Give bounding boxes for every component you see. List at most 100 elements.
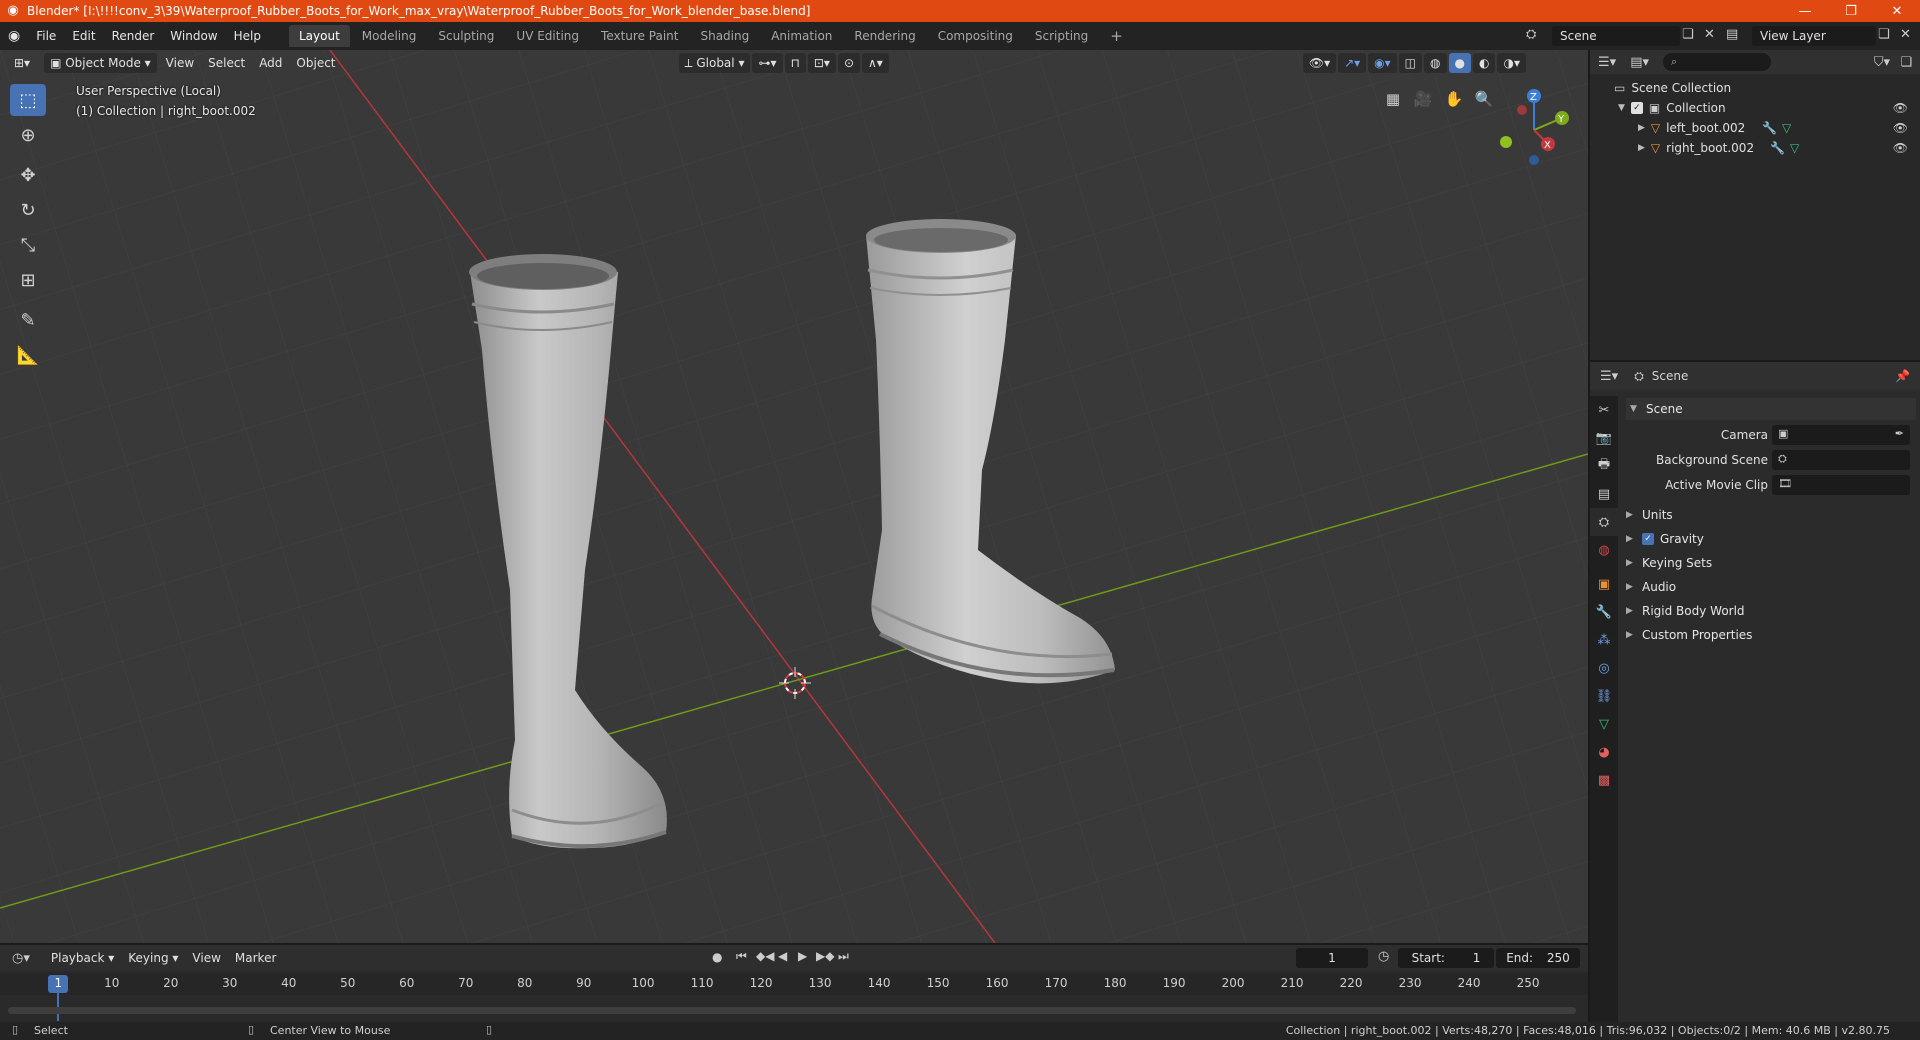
pivot-point-icon[interactable]: ⊶▾ — [752, 53, 783, 73]
tab-texture-paint[interactable]: Texture Paint — [591, 25, 688, 47]
timeline-menu-marker[interactable]: Marker — [228, 948, 283, 968]
audio-panel[interactable]: ▶ Audio — [1626, 580, 1676, 594]
tab-scripting[interactable]: Scripting — [1025, 25, 1098, 47]
menu-window[interactable]: Window — [162, 25, 225, 47]
timeline-scrollbar[interactable] — [8, 1007, 1576, 1014]
toggle-grid-icon[interactable]: ▦ — [1380, 86, 1406, 112]
modifier-tab-icon[interactable]: 🔧 — [1590, 598, 1618, 626]
navigation-gizmo[interactable]: Z Y X — [1490, 86, 1570, 166]
preview-range-icon[interactable]: ◷ — [1378, 949, 1389, 964]
units-panel[interactable]: ▶ Units — [1626, 508, 1673, 522]
record-button-icon[interactable]: ● — [712, 950, 722, 964]
menu-file[interactable]: File — [28, 25, 64, 47]
outliner-row-scene-collection[interactable]: ▭ Scene Collection — [1590, 78, 1920, 98]
menu-edit[interactable]: Edit — [64, 25, 103, 47]
timeline-menu-keying[interactable]: Keying ▾ — [121, 948, 185, 968]
cursor-tool-icon[interactable]: ⊕ — [10, 119, 46, 151]
overlays-toggle-icon[interactable]: ◉▾ — [1368, 53, 1397, 73]
maximize-button[interactable]: ❐ — [1828, 0, 1874, 22]
tab-shading[interactable]: Shading — [690, 25, 759, 47]
tab-uv-editing[interactable]: UV Editing — [506, 25, 589, 47]
scene-tab-icon[interactable]: ⛭ — [1590, 508, 1618, 536]
annotate-tool-icon[interactable]: ✎ — [10, 304, 46, 336]
falloff-icon[interactable]: ∧▾ — [862, 53, 889, 73]
render-tab-icon[interactable]: 📷 — [1590, 424, 1618, 452]
blender-menu-icon[interactable]: ◉ — [0, 25, 28, 47]
scale-tool-icon[interactable]: ⤡ — [10, 229, 46, 261]
display-mode-icon[interactable]: ▤▾ — [1630, 55, 1649, 70]
rotate-tool-icon[interactable]: ↻ — [10, 194, 46, 226]
outliner-search-input[interactable]: ⌕ — [1663, 53, 1771, 71]
editor-type-icon[interactable]: ⊞▾ — [8, 53, 36, 73]
gravity-checkbox[interactable]: ✓ — [1642, 533, 1654, 545]
modifier-wrench-icon[interactable]: 🔧 — [1770, 141, 1785, 155]
eyedropper-icon[interactable]: ✒ — [1895, 427, 1904, 440]
expand-right-boot-icon[interactable]: ▶ — [1638, 143, 1645, 153]
outliner-row-right-boot[interactable]: ▶ ▽ right_boot.002 🔧 ▽ 👁 — [1590, 138, 1920, 158]
timeline-menu-view[interactable]: View — [185, 948, 227, 968]
close-button[interactable]: ✕ — [1874, 0, 1920, 22]
scene-panel-header[interactable]: ▼ Scene — [1626, 398, 1916, 420]
expand-collection-icon[interactable]: ▼ — [1618, 103, 1625, 113]
timeline-editor-type-icon[interactable]: ◷▾ — [12, 951, 30, 966]
filter-icon[interactable]: ⛉▾ — [1874, 55, 1890, 70]
pin-icon[interactable]: 📌 — [1895, 369, 1910, 383]
xray-toggle-icon[interactable]: ◫ — [1398, 53, 1423, 73]
tab-modeling[interactable]: Modeling — [352, 25, 427, 47]
keying-sets-panel[interactable]: ▶ Keying Sets — [1626, 556, 1712, 570]
left-boot-visibility-eye-icon[interactable]: 👁 — [1893, 121, 1908, 135]
view-layer-icon[interactable]: ▤ — [1726, 27, 1738, 42]
physics-tab-icon[interactable]: ◎ — [1590, 654, 1618, 682]
constraints-tab-icon[interactable]: ⛓ — [1590, 682, 1618, 710]
data-tab-icon[interactable]: ▽ — [1590, 710, 1618, 738]
proportional-edit-icon[interactable]: ⊙ — [837, 53, 861, 73]
shading-wireframe-icon[interactable]: ◍ — [1424, 53, 1447, 73]
current-frame-field[interactable]: 1 — [1296, 948, 1368, 968]
timeline-menu-playback[interactable]: Playback ▾ — [44, 948, 121, 968]
menu-render[interactable]: Render — [104, 25, 163, 47]
scene-name-field[interactable]: Scene — [1552, 26, 1680, 46]
material-tab-icon[interactable]: ◕ — [1590, 738, 1618, 766]
3d-viewport[interactable]: ⊞▾ ▣ Object Mode ▾ View Select Add Objec… — [0, 50, 1588, 943]
snap-target-icon[interactable]: ⊡▾ — [807, 53, 836, 73]
minimize-button[interactable]: — — [1782, 0, 1828, 22]
move-tool-icon[interactable]: ✥ — [10, 159, 46, 191]
texture-tab-icon[interactable]: ▩ — [1590, 766, 1618, 794]
right-boot-visibility-eye-icon[interactable]: 👁 — [1893, 141, 1908, 155]
camera-field[interactable]: ▣ ✒ — [1772, 425, 1910, 445]
measure-tool-icon[interactable]: 📐 — [10, 339, 46, 371]
transform-tool-icon[interactable]: ⊞ — [10, 264, 46, 296]
active-movie-clip-field[interactable]: 🎞 — [1772, 475, 1910, 495]
gizmo-toggle-icon[interactable]: ↗▾ — [1338, 53, 1367, 73]
gravity-panel[interactable]: ▶ ✓ Gravity — [1626, 532, 1704, 546]
add-workspace-button[interactable]: + — [1100, 25, 1133, 47]
mode-selector[interactable]: ▣ Object Mode ▾ — [44, 53, 157, 73]
play-icon[interactable]: ▶ — [798, 949, 807, 963]
rigid-body-world-panel[interactable]: ▶ Rigid Body World — [1626, 604, 1745, 618]
shading-solid-icon[interactable]: ● — [1448, 53, 1471, 73]
jump-to-start-icon[interactable]: ⏮ — [736, 949, 747, 964]
collection-visibility-eye-icon[interactable]: 👁 — [1893, 101, 1908, 115]
visibility-icon[interactable]: 👁▾ — [1302, 53, 1337, 73]
menu-help[interactable]: Help — [226, 25, 269, 47]
world-tab-icon[interactable]: ◍ — [1590, 536, 1618, 564]
tab-sculpting[interactable]: Sculpting — [428, 25, 504, 47]
particles-tab-icon[interactable]: ⁂ — [1590, 626, 1618, 654]
select-box-tool-icon[interactable]: ⬚ — [10, 84, 46, 116]
collection-checkbox[interactable]: ✓ — [1630, 102, 1643, 114]
viewport-menu-select[interactable]: Select — [201, 53, 252, 73]
new-view-layer-icon[interactable]: ❏ — [1878, 27, 1890, 42]
shading-material-icon[interactable]: ◐ — [1472, 53, 1496, 73]
view-layer-tab-icon[interactable]: ▤ — [1590, 480, 1618, 508]
play-reverse-icon[interactable]: ◀ — [778, 949, 787, 963]
new-scene-icon[interactable]: ❏ — [1682, 27, 1694, 42]
background-scene-field[interactable]: ⛭ — [1772, 450, 1910, 470]
modifier-wrench-icon[interactable]: 🔧 — [1762, 121, 1777, 135]
jump-to-keyframe-next-icon[interactable]: ▶◆ — [816, 949, 834, 963]
viewport-menu-object[interactable]: Object — [289, 53, 342, 73]
view-layer-field[interactable]: View Layer — [1752, 26, 1876, 46]
object-tab-icon[interactable]: ▣ — [1590, 570, 1618, 598]
tab-layout[interactable]: Layout — [288, 25, 350, 47]
shading-rendered-icon[interactable]: ◑▾ — [1497, 53, 1526, 73]
mesh-data-icon[interactable]: ▽ — [1782, 121, 1791, 135]
